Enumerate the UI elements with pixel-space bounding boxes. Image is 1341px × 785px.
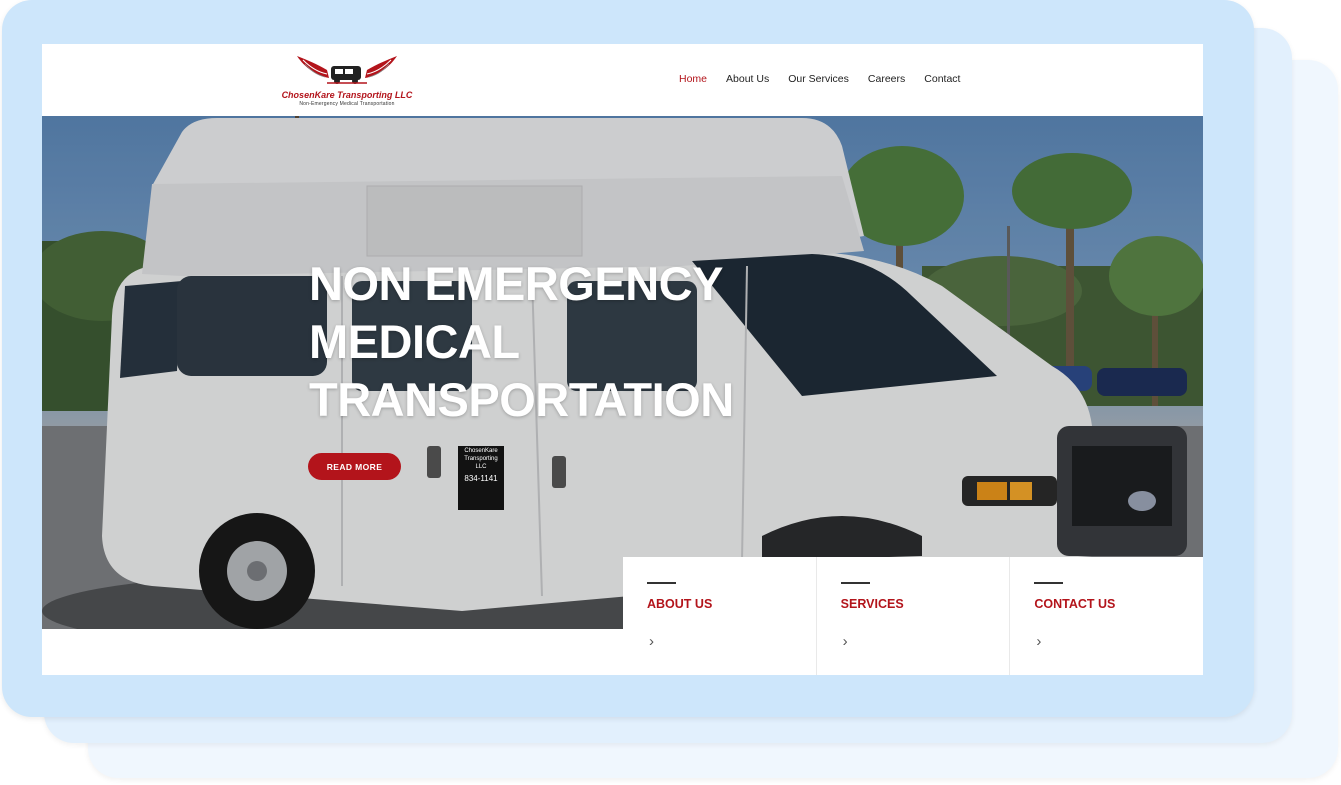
nav-item-home[interactable]: Home bbox=[679, 73, 707, 85]
card-services[interactable]: SERVICES › bbox=[815, 557, 1010, 675]
card-title: ABOUT US bbox=[647, 597, 713, 611]
website-screenshot: ChosenKare Transporting LLC Non-Emergenc… bbox=[42, 44, 1203, 675]
feature-cards: ABOUT US › SERVICES › CONTACT US › bbox=[623, 557, 1203, 675]
card-divider bbox=[1034, 582, 1064, 584]
chevron-right-icon[interactable]: › bbox=[843, 633, 848, 650]
van-decal-line1: ChosenKare bbox=[464, 448, 498, 454]
site-header: ChosenKare Transporting LLC Non-Emergenc… bbox=[42, 44, 1203, 116]
van-decal-phone: 834-1141 bbox=[464, 474, 498, 483]
card-about-us[interactable]: ABOUT US › bbox=[623, 557, 816, 675]
card-contact-us[interactable]: CONTACT US › bbox=[1009, 557, 1203, 675]
nav-item-about-us[interactable]: About Us bbox=[726, 73, 769, 85]
hero-banner: ChosenKare Transporting LLC 834-1141 NON… bbox=[42, 116, 1203, 629]
nav-item-careers[interactable]: Careers bbox=[868, 73, 905, 85]
card-title: CONTACT US bbox=[1034, 597, 1116, 611]
hero-title: NON EMERGENCY MEDICAL TRANSPORTATION bbox=[309, 255, 869, 429]
hero-title-line-1: NON EMERGENCY bbox=[309, 257, 723, 310]
main-nav: Home About Us Our Services Careers Conta… bbox=[679, 73, 960, 85]
card-title: SERVICES bbox=[840, 597, 904, 611]
winged-van-logo-icon bbox=[297, 56, 397, 84]
van-decal-line3: LLC bbox=[475, 464, 487, 470]
site-logo[interactable]: ChosenKare Transporting LLC Non-Emergenc… bbox=[277, 52, 417, 110]
logo-company-name: ChosenKare Transporting LLC bbox=[281, 90, 413, 100]
read-more-button[interactable]: READ MORE bbox=[308, 453, 401, 480]
hero-title-line-2: MEDICAL bbox=[309, 315, 520, 368]
chevron-right-icon[interactable]: › bbox=[1036, 633, 1041, 650]
card-divider bbox=[840, 582, 870, 584]
chevron-right-icon[interactable]: › bbox=[649, 633, 654, 650]
van-decal: ChosenKare Transporting LLC 834-1141 bbox=[459, 447, 503, 483]
hero-title-line-3: TRANSPORTATION bbox=[309, 373, 734, 426]
card-divider bbox=[647, 582, 676, 584]
nav-item-our-services[interactable]: Our Services bbox=[788, 73, 849, 85]
nav-item-contact[interactable]: Contact bbox=[924, 73, 960, 85]
van-decal-line2: Transporting bbox=[464, 456, 498, 462]
logo-tagline: Non-Emergency Medical Transportation bbox=[299, 101, 395, 107]
